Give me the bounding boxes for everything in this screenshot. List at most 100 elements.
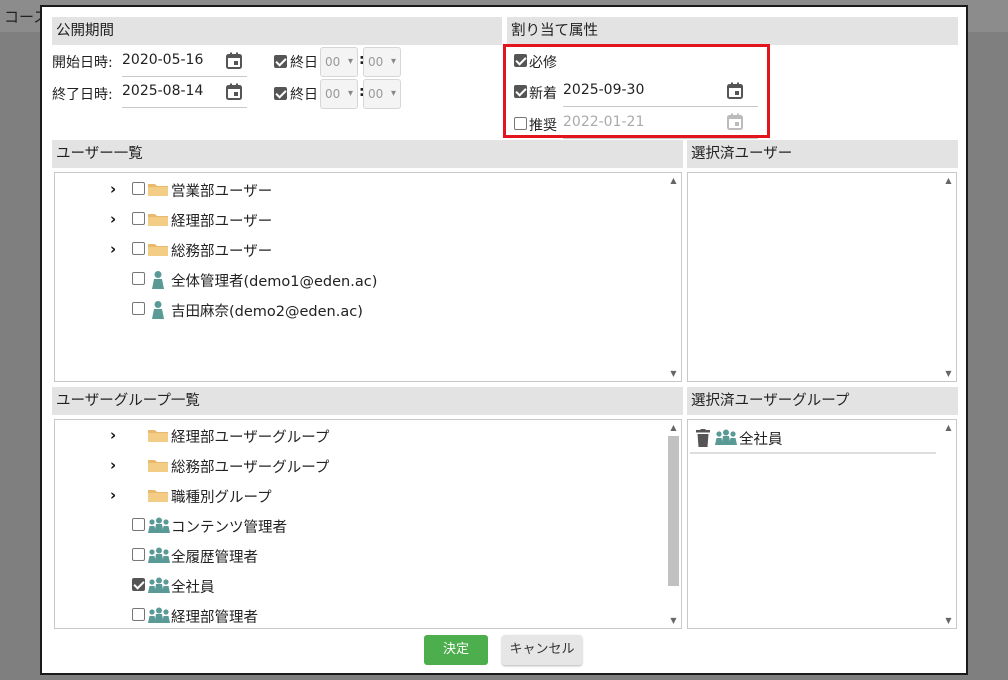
list-item-label: 経理部ユーザーグループ <box>171 430 330 446</box>
chevron-right-icon[interactable]: › <box>110 486 116 504</box>
list-item: 全社員 <box>690 425 936 454</box>
end-date-value: 2025-08-14 <box>122 83 204 99</box>
list-item[interactable]: コンテンツ管理者 <box>55 514 655 538</box>
chevron-down-icon: ▾ <box>347 56 353 67</box>
group-list-header: ユーザーグループ一覧 <box>52 387 683 415</box>
list-item[interactable]: › 経理部ユーザーグループ <box>55 424 655 448</box>
group-list-scrollbar[interactable]: ▲ ▼ <box>666 420 681 628</box>
group-checkbox[interactable] <box>132 548 145 561</box>
end-allday-checkbox[interactable] <box>274 87 287 100</box>
scroll-up-icon[interactable]: ▲ <box>666 176 681 185</box>
list-item-label: 経理部管理者 <box>171 610 258 626</box>
selected-group-label: 全社員 <box>739 432 783 448</box>
chevron-right-icon[interactable]: › <box>110 426 116 444</box>
list-item[interactable]: › 経理部ユーザー <box>55 208 655 232</box>
scroll-up-icon[interactable]: ▲ <box>941 176 956 185</box>
chevron-right-icon[interactable]: › <box>110 456 116 474</box>
start-minute-value: 00 <box>368 55 384 69</box>
start-hour-select[interactable]: 00 ▾ <box>320 47 358 77</box>
chevron-right-icon[interactable]: › <box>110 180 116 198</box>
scroll-down-icon[interactable]: ▼ <box>666 616 681 625</box>
group-checkbox[interactable] <box>132 608 145 621</box>
list-item-label: 全体管理者(demo1@eden.ac) <box>171 274 378 290</box>
list-item-label: 経理部ユーザー <box>171 214 273 230</box>
list-item[interactable]: 全社員 <box>55 574 655 598</box>
selected-users-scrollbar[interactable]: ▲ ▼ <box>941 173 956 381</box>
list-item[interactable]: › 総務部ユーザー <box>55 238 655 262</box>
list-item[interactable]: 経理部管理者 <box>55 604 655 628</box>
list-item[interactable]: 吉田麻奈(demo2@eden.ac) <box>55 298 655 322</box>
scroll-up-icon[interactable]: ▲ <box>941 423 956 432</box>
user-folder-checkbox[interactable] <box>132 212 145 225</box>
start-date-value: 2020-05-16 <box>122 52 204 68</box>
trash-icon[interactable] <box>696 429 710 447</box>
list-item-label: 全社員 <box>171 580 215 596</box>
list-item[interactable]: 全履歴管理者 <box>55 544 655 568</box>
scroll-down-icon[interactable]: ▼ <box>941 616 956 625</box>
list-item-label: 営業部ユーザー <box>171 184 273 200</box>
user-list-header: ユーザー一覧 <box>52 140 683 168</box>
list-item-label: 総務部ユーザーグループ <box>171 460 330 476</box>
selected-users-header: 選択済ユーザー <box>687 140 958 168</box>
list-item[interactable]: › 職種別グループ <box>55 484 655 508</box>
selected-groups-panel[interactable]: 全社員 ▲ ▼ <box>687 419 957 629</box>
user-group-icon <box>148 547 170 563</box>
scroll-thumb[interactable] <box>668 436 679 586</box>
start-allday-label: 終日 <box>290 55 318 71</box>
scroll-down-icon[interactable]: ▼ <box>666 369 681 378</box>
folder-icon <box>148 214 168 226</box>
cancel-button[interactable]: キャンセル <box>502 635 582 665</box>
end-allday-label: 終日 <box>290 87 318 103</box>
end-hour-value: 00 <box>325 87 341 101</box>
list-item[interactable]: 全体管理者(demo1@eden.ac) <box>55 268 655 292</box>
user-group-icon <box>148 607 170 623</box>
list-item[interactable]: › 総務部ユーザーグループ <box>55 454 655 478</box>
end-minute-value: 00 <box>368 87 384 101</box>
folder-icon <box>148 430 168 442</box>
ok-button[interactable]: 決定 <box>424 635 488 665</box>
user-folder-checkbox[interactable] <box>132 242 145 255</box>
chevron-down-icon: ▾ <box>390 56 396 67</box>
calendar-icon[interactable] <box>225 83 243 101</box>
user-checkbox[interactable] <box>132 272 145 285</box>
end-minute-select[interactable]: 00 ▾ <box>363 79 401 109</box>
user-list-panel[interactable]: › 営業部ユーザー › 経理部ユーザー › 総務部ユーザー 全体管理者(demo… <box>54 172 682 382</box>
selected-groups-scrollbar[interactable]: ▲ ▼ <box>941 420 956 628</box>
start-minute-select[interactable]: 00 ▾ <box>363 47 401 77</box>
list-item-label: 職種別グループ <box>171 490 272 506</box>
chevron-right-icon[interactable]: › <box>110 210 116 228</box>
group-checkbox[interactable] <box>132 578 145 591</box>
person-icon <box>152 271 164 289</box>
folder-icon <box>148 460 168 472</box>
scroll-up-icon[interactable]: ▲ <box>666 423 681 432</box>
folder-icon <box>148 244 168 256</box>
user-group-icon <box>148 577 170 593</box>
assign-dialog: 公開期間 開始日時: 2020-05-16 終日 00 ▾ : 00 ▾ 終了日時:… <box>40 5 968 675</box>
chevron-down-icon: ▾ <box>347 88 353 99</box>
scroll-down-icon[interactable]: ▼ <box>941 369 956 378</box>
calendar-icon[interactable] <box>225 52 243 70</box>
chevron-down-icon: ▾ <box>390 88 396 99</box>
user-checkbox[interactable] <box>132 302 145 315</box>
list-item-label: コンテンツ管理者 <box>171 520 287 536</box>
person-icon <box>152 301 164 319</box>
attributes-header: 割り当て属性 <box>507 17 958 45</box>
list-item-label: 総務部ユーザー <box>171 244 273 260</box>
user-list-scrollbar[interactable]: ▲ ▼ <box>666 173 681 381</box>
group-list-panel[interactable]: › 経理部ユーザーグループ › 総務部ユーザーグループ › 職種別グループ コン… <box>54 419 682 629</box>
publish-period-header: 公開期間 <box>52 17 502 45</box>
folder-icon <box>148 490 168 502</box>
selected-groups-header: 選択済ユーザーグループ <box>687 387 958 415</box>
list-item[interactable]: › 営業部ユーザー <box>55 178 655 202</box>
start-allday-checkbox[interactable] <box>274 55 287 68</box>
group-checkbox[interactable] <box>132 518 145 531</box>
user-folder-checkbox[interactable] <box>132 182 145 195</box>
list-item-label: 吉田麻奈(demo2@eden.ac) <box>171 304 363 320</box>
user-group-icon <box>148 517 170 533</box>
folder-icon <box>148 184 168 196</box>
selected-users-panel[interactable]: ▲ ▼ <box>687 172 957 382</box>
chevron-right-icon[interactable]: › <box>110 240 116 258</box>
start-date-label: 開始日時: <box>52 55 113 71</box>
end-date-label: 終了日時: <box>52 87 113 103</box>
end-hour-select[interactable]: 00 ▾ <box>320 79 358 109</box>
